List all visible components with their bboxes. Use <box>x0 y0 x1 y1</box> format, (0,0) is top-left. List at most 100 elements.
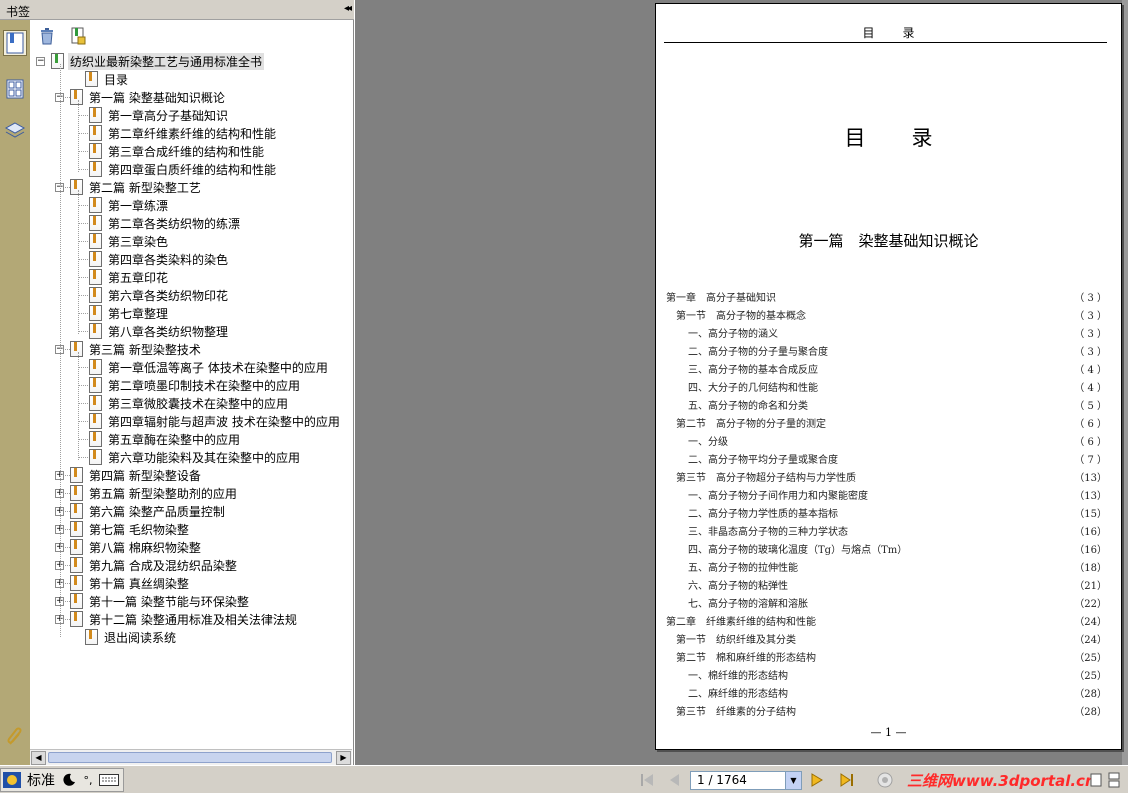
toc-entry-text: 第二节 棉和麻纤维的形态结构 <box>676 653 816 664</box>
bookmark-root[interactable]: − 纺织业最新染整工艺与通用标准全书 <box>36 52 265 70</box>
bookmark-page-icon <box>85 629 98 645</box>
toc-entry[interactable]: 二、高分子物力学性质的基本指标 （15） <box>656 502 1121 520</box>
continuous-view-icon[interactable] <box>1108 772 1122 788</box>
bookmark-part[interactable]: + 第八篇 棉麻织物染整 <box>55 538 203 556</box>
layers-icon[interactable] <box>3 118 27 144</box>
bookmark-part[interactable]: − 第一篇 染整基础知识概论 <box>55 88 227 106</box>
toc-entry-page: （28） <box>1074 707 1107 718</box>
toc-entry[interactable]: 二、高分子物的分子量与聚合度 （ 3 ） <box>656 340 1121 358</box>
toc-entry[interactable]: 第二节 棉和麻纤维的形态结构 （25） <box>656 646 1121 664</box>
first-page-icon[interactable] <box>638 772 656 788</box>
moon-icon[interactable] <box>59 770 79 790</box>
go-back-icon[interactable] <box>876 772 894 788</box>
prev-page-icon[interactable] <box>665 772 683 788</box>
toc-entry[interactable]: 第一节 高分子物的基本概念 （ 3 ） <box>656 304 1121 322</box>
bookmark-part[interactable]: + 第十一篇 染整节能与环保染整 <box>55 592 251 610</box>
toc-entry[interactable]: 一、高分子物的涵义 （ 3 ） <box>656 322 1121 340</box>
horizontal-scrollbar[interactable]: ◀ ▶ <box>30 749 352 765</box>
toc-entry[interactable]: 第二章 纤维素纤维的结构和性能 （24） <box>656 610 1121 628</box>
bookmark-part[interactable]: + 第六篇 染整产品质量控制 <box>55 502 227 520</box>
toc-entry-page: （ 6 ） <box>1074 437 1107 448</box>
attachments-icon[interactable] <box>3 724 27 750</box>
scroll-thumb[interactable] <box>48 752 332 763</box>
bookmark-chapter[interactable]: 第二章各类纺织物的练漂 <box>74 214 242 232</box>
toc-entry[interactable]: 六、高分子物的粘弹性 （21） <box>656 574 1121 592</box>
bookmark-chapter[interactable]: 第六章功能染料及其在染整中的应用 <box>74 448 302 466</box>
tree-guide-line <box>78 241 88 242</box>
ime-logo-icon[interactable] <box>1 770 23 790</box>
tree-guide-line <box>78 457 88 458</box>
bookmark-chapter[interactable]: 第六章各类纺织物印花 <box>74 286 230 304</box>
toc-entry[interactable]: 七、高分子物的溶解和溶胀 （22） <box>656 592 1121 610</box>
keyboard-icon[interactable] <box>97 770 121 790</box>
chevron-down-icon[interactable]: ▼ <box>785 772 801 789</box>
next-page-icon[interactable] <box>808 772 826 788</box>
last-page-icon[interactable] <box>838 772 856 788</box>
toc-entry[interactable]: 第一章 高分子基础知识 （ 3 ） <box>656 286 1121 304</box>
scroll-left-button[interactable]: ◀ <box>31 751 46 765</box>
toc-entry[interactable]: 五、高分子物的拉伸性能 （18） <box>656 556 1121 574</box>
toc-entry[interactable]: 一、棉纤维的形态结构 （25） <box>656 664 1121 682</box>
bookmark-chapter[interactable]: 第三章合成纤维的结构和性能 <box>74 142 266 160</box>
bookmark-part[interactable]: + 第十二篇 染整通用标准及相关法律法规 <box>55 610 299 628</box>
bookmark-chapter[interactable]: 第七章整理 <box>74 304 170 322</box>
bookmark-part[interactable]: + 第四篇 新型染整设备 <box>55 466 203 484</box>
tree-guide-line <box>65 547 70 548</box>
toc-entry[interactable]: 三、非晶态高分子物的三种力学状态 （16） <box>656 520 1121 538</box>
bookmark-item[interactable]: 目录 <box>70 70 130 88</box>
bookmark-tree: − 纺织业最新染整工艺与通用标准全书 目录 − 第一篇 染整基础知识概论第一章高分子基础… <box>30 50 352 762</box>
toc-entry[interactable]: 三、高分子物的基本合成反应 （ 4 ） <box>656 358 1121 376</box>
bookmark-chapter[interactable]: 第四章各类染料的染色 <box>74 250 230 268</box>
new-bookmark-icon[interactable] <box>68 26 88 46</box>
bookmark-chapter[interactable]: 第三章染色 <box>74 232 170 250</box>
bookmark-chapter[interactable]: 第一章低温等离子 体技术在染整中的应用 <box>74 358 330 376</box>
toc-entry[interactable]: 四、高分子物的玻璃化温度（Tg）与熔点（Tm） （16） <box>656 538 1121 556</box>
bookmark-chapter[interactable]: 第一章高分子基础知识 <box>74 106 230 124</box>
toc-entry[interactable]: 二、麻纤维的形态结构 （28） <box>656 682 1121 700</box>
bookmark-chapter[interactable]: 第二章纤维素纤维的结构和性能 <box>74 124 278 142</box>
bookmark-part[interactable]: + 第七篇 毛织物染整 <box>55 520 191 538</box>
bookmark-label: 第三章合成纤维的结构和性能 <box>108 144 265 159</box>
scroll-right-button[interactable]: ▶ <box>336 751 351 765</box>
toc-entry[interactable]: 第三节 纤维素的分子结构 （28） <box>656 700 1121 718</box>
tree-guide-line <box>78 169 88 170</box>
bookmark-item[interactable]: 退出阅读系统 <box>70 628 178 646</box>
bookmark-label: 第一章高分子基础知识 <box>108 108 229 123</box>
bookmark-part[interactable]: + 第十篇 真丝绸染整 <box>55 574 191 592</box>
toc-entry[interactable]: 五、高分子物的命名和分类 （ 5 ） <box>656 394 1121 412</box>
bookmark-page-icon <box>89 323 102 339</box>
toc-entry-page: （24） <box>1074 635 1107 646</box>
toc-entry[interactable]: 四、大分子的几何结构和性能 （ 4 ） <box>656 376 1121 394</box>
bookmark-chapter[interactable]: 第二章喷墨印制技术在染整中的应用 <box>74 376 302 394</box>
toc-entry[interactable]: 一、分级 （ 6 ） <box>656 430 1121 448</box>
bookmark-part[interactable]: + 第五篇 新型染整助剂的应用 <box>55 484 239 502</box>
bookmark-chapter[interactable]: 第四章蛋白质纤维的结构和性能 <box>74 160 278 178</box>
bookmark-chapter[interactable]: 第五章印花 <box>74 268 170 286</box>
bookmark-chapter[interactable]: 第五章酶在染整中的应用 <box>74 430 242 448</box>
collapse-pane-button[interactable]: ◂◂ <box>344 3 352 14</box>
toc-entry[interactable]: 第一节 纺织纤维及其分类 （24） <box>656 628 1121 646</box>
bookmark-chapter[interactable]: 第三章微胶囊技术在染整中的应用 <box>74 394 290 412</box>
tree-guide-line <box>65 619 70 620</box>
toc-entry[interactable]: 一、高分子物分子间作用力和内聚能密度 （13） <box>656 484 1121 502</box>
single-page-view-icon[interactable] <box>1090 772 1104 788</box>
toc-entry-page: （21） <box>1074 581 1107 592</box>
collapse-toggle[interactable]: − <box>36 56 45 66</box>
toc-entry-text: 六、高分子物的粘弹性 <box>688 581 788 592</box>
bookmark-part[interactable]: + 第九篇 合成及混纺织品染整 <box>55 556 239 574</box>
toc-entry[interactable]: 二、高分子物平均分子量或聚合度 （ 7 ） <box>656 448 1121 466</box>
toc-entry[interactable]: 第二节 高分子物的分子量的测定 （ 6 ） <box>656 412 1121 430</box>
bookmarks-icon[interactable] <box>3 30 27 56</box>
trash-icon[interactable] <box>37 26 57 46</box>
toc-entry[interactable]: 第三节 高分子物超分子结构与力学性质 （13） <box>656 466 1121 484</box>
punctuation-icon[interactable]: °, <box>79 770 97 790</box>
bookmark-chapter[interactable]: 第一章练漂 <box>74 196 170 214</box>
toc-entry-page: （ 3 ） <box>1074 311 1107 322</box>
page-number-input[interactable]: 1 / 1764 ▼ <box>690 771 802 790</box>
tree-guide-line <box>78 205 88 206</box>
tree-guide-line <box>65 511 70 512</box>
ime-mode-label[interactable]: 标准 <box>23 770 59 790</box>
thumbnails-icon[interactable] <box>3 76 27 102</box>
bookmark-chapter[interactable]: 第四章辐射能与超声波 技术在染整中的应用 <box>74 412 342 430</box>
bookmark-chapter[interactable]: 第八章各类纺织物整理 <box>74 322 230 340</box>
